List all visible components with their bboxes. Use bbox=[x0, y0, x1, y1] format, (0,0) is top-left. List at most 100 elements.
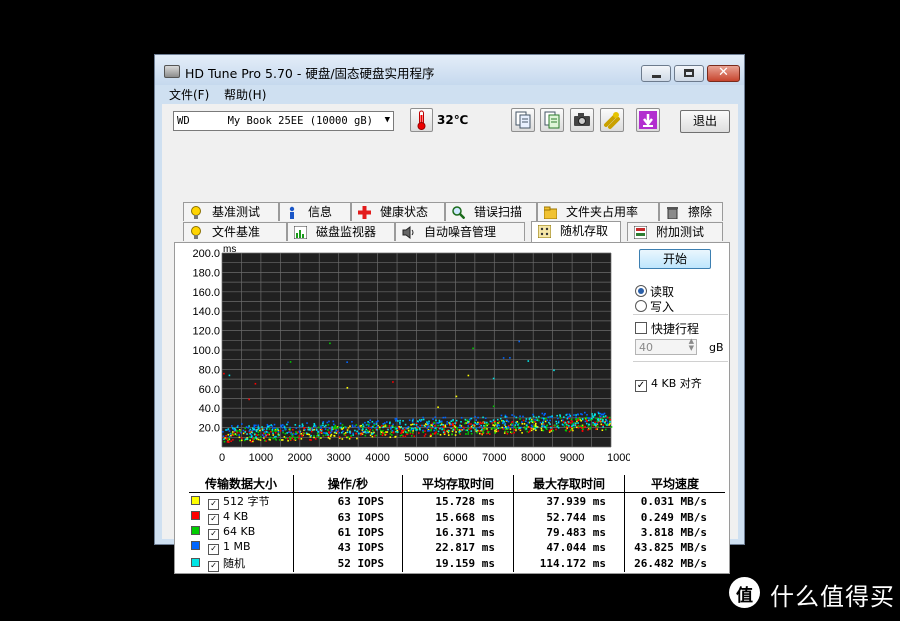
scatter-point bbox=[333, 435, 336, 437]
options-button[interactable] bbox=[600, 108, 624, 132]
scatter-point bbox=[587, 419, 590, 422]
scatter-point bbox=[228, 441, 230, 443]
scatter-point bbox=[444, 416, 447, 419]
scatter-point bbox=[227, 433, 230, 436]
tab-extra-tests[interactable]: 附加测试 bbox=[627, 222, 723, 241]
y-tick-label: 200.0 bbox=[192, 248, 220, 260]
scatter-point bbox=[399, 419, 401, 422]
short-stroke-checkbox[interactable] bbox=[635, 322, 647, 334]
tab-benchmark[interactable]: 基准测试 bbox=[183, 202, 279, 221]
scatter-point bbox=[368, 421, 371, 424]
scatter-point bbox=[513, 415, 516, 418]
tab-folder-usage[interactable]: 文件夹占用率 bbox=[537, 202, 659, 221]
screenshot-button[interactable] bbox=[570, 108, 594, 132]
scatter-point bbox=[313, 436, 315, 439]
scatter-point bbox=[494, 420, 497, 423]
scatter-point bbox=[419, 424, 422, 427]
tab-extra-tests-label: 附加测试 bbox=[656, 225, 705, 239]
scatter-point bbox=[263, 428, 265, 431]
menu-file[interactable]: 文件(F) bbox=[169, 86, 209, 103]
benchmark-icon bbox=[191, 206, 201, 219]
results-table: 传输数据大小 操作/秒 平均存取时间 最大存取时间 平均速度 ✓ 512 字节 63… bbox=[189, 475, 725, 572]
scatter-point bbox=[484, 428, 487, 430]
menu-help[interactable]: 帮助(H) bbox=[224, 86, 266, 103]
scatter-point bbox=[532, 428, 535, 431]
scatter-point bbox=[551, 415, 553, 417]
scatter-point bbox=[422, 431, 425, 433]
write-radio[interactable] bbox=[635, 300, 647, 312]
scatter-point bbox=[481, 428, 483, 431]
scatter-point bbox=[581, 425, 584, 428]
save-results-button[interactable] bbox=[636, 108, 660, 132]
scatter-point bbox=[523, 423, 526, 425]
copy-text-button[interactable] bbox=[511, 108, 535, 132]
ops-cell: 63 IOPS bbox=[293, 510, 403, 525]
align-option[interactable]: ✓ 4 KB 对齐 bbox=[635, 375, 702, 392]
scatter-point bbox=[317, 431, 320, 433]
tab-file-benchmark[interactable]: 文件基准 bbox=[183, 222, 287, 241]
scatter-point bbox=[450, 423, 452, 426]
tab-health[interactable]: 健康状态 bbox=[351, 202, 445, 221]
tab-info[interactable]: 信息 bbox=[279, 202, 351, 221]
title-bar[interactable]: HD Tune Pro 5.70 - 硬盘/固态硬盘实用程序 ✕ bbox=[155, 55, 744, 85]
short-stroke-spinner[interactable]: 40 ▲ ▼ bbox=[635, 338, 697, 355]
scatter-point bbox=[266, 433, 269, 436]
scatter-point bbox=[250, 436, 253, 439]
scatter-point bbox=[532, 413, 534, 416]
scatter-point bbox=[476, 431, 478, 434]
read-radio[interactable] bbox=[635, 285, 647, 297]
copy-all-button[interactable] bbox=[540, 108, 564, 132]
scatter-point bbox=[400, 425, 402, 428]
scatter-point bbox=[315, 428, 318, 431]
scatter-point bbox=[584, 420, 587, 423]
scatter-point bbox=[434, 416, 437, 419]
scatter-point bbox=[437, 424, 439, 427]
scatter-point bbox=[263, 435, 265, 438]
tab-random-access[interactable]: 随机存取 bbox=[531, 221, 621, 242]
tab-error-scan[interactable]: 错误扫描 bbox=[445, 202, 537, 221]
scatter-point bbox=[541, 425, 543, 428]
series-checkbox[interactable]: ✓ bbox=[208, 561, 219, 572]
scatter-point bbox=[242, 429, 245, 432]
scatter-point bbox=[382, 426, 384, 429]
spin-arrows-icon[interactable]: ▲ ▼ bbox=[689, 338, 694, 352]
scatter-point bbox=[513, 431, 516, 434]
write-option[interactable]: 写入 bbox=[635, 298, 674, 315]
app-window: HD Tune Pro 5.70 - 硬盘/固态硬盘实用程序 ✕ 文件(F) 帮… bbox=[154, 54, 745, 574]
scatter-point bbox=[402, 427, 404, 430]
scatter-point bbox=[278, 439, 281, 441]
scatter-point bbox=[408, 419, 411, 422]
scatter-point bbox=[324, 432, 327, 435]
series-checkbox[interactable]: ✓ bbox=[208, 529, 219, 540]
scatter-point bbox=[259, 439, 262, 441]
start-button[interactable]: 开始 bbox=[639, 249, 711, 269]
temperature-button[interactable] bbox=[410, 108, 433, 132]
disk-monitor-icon bbox=[294, 226, 307, 239]
minimize-button[interactable] bbox=[641, 65, 671, 82]
x-tick-label: 8000 bbox=[521, 452, 545, 464]
series-checkbox[interactable]: ✓ bbox=[208, 514, 219, 525]
close-button[interactable]: ✕ bbox=[707, 65, 740, 82]
tab-disk-monitor[interactable]: 磁盘监视器 bbox=[287, 222, 395, 241]
align-checkbox[interactable]: ✓ bbox=[635, 380, 647, 392]
scatter-point bbox=[478, 426, 481, 429]
scatter-point bbox=[587, 428, 589, 431]
tab-noise-management[interactable]: 自动噪音管理 bbox=[395, 222, 525, 241]
exit-button[interactable]: 退出 bbox=[680, 110, 730, 133]
short-stroke-option[interactable]: 快捷行程 bbox=[635, 320, 699, 337]
avg-cell: 15.728 ms bbox=[402, 492, 514, 510]
scatter-point bbox=[269, 436, 272, 439]
series-checkbox[interactable]: ✓ bbox=[208, 499, 219, 510]
x-tick-label: 4000 bbox=[365, 452, 389, 464]
drive-select[interactable]: WD My Book 25EE (10000 gB) ▼ bbox=[173, 111, 394, 131]
series-checkbox[interactable]: ✓ bbox=[208, 544, 219, 555]
scatter-point bbox=[584, 411, 586, 414]
scatter-point bbox=[395, 430, 397, 433]
scatter-point bbox=[277, 428, 279, 431]
scatter-point bbox=[595, 428, 597, 430]
scatter-point bbox=[497, 430, 500, 432]
scatter-point bbox=[578, 425, 580, 428]
tab-erase[interactable]: 擦除 bbox=[659, 202, 723, 221]
scatter-point bbox=[295, 427, 298, 429]
maximize-button[interactable] bbox=[674, 65, 704, 82]
